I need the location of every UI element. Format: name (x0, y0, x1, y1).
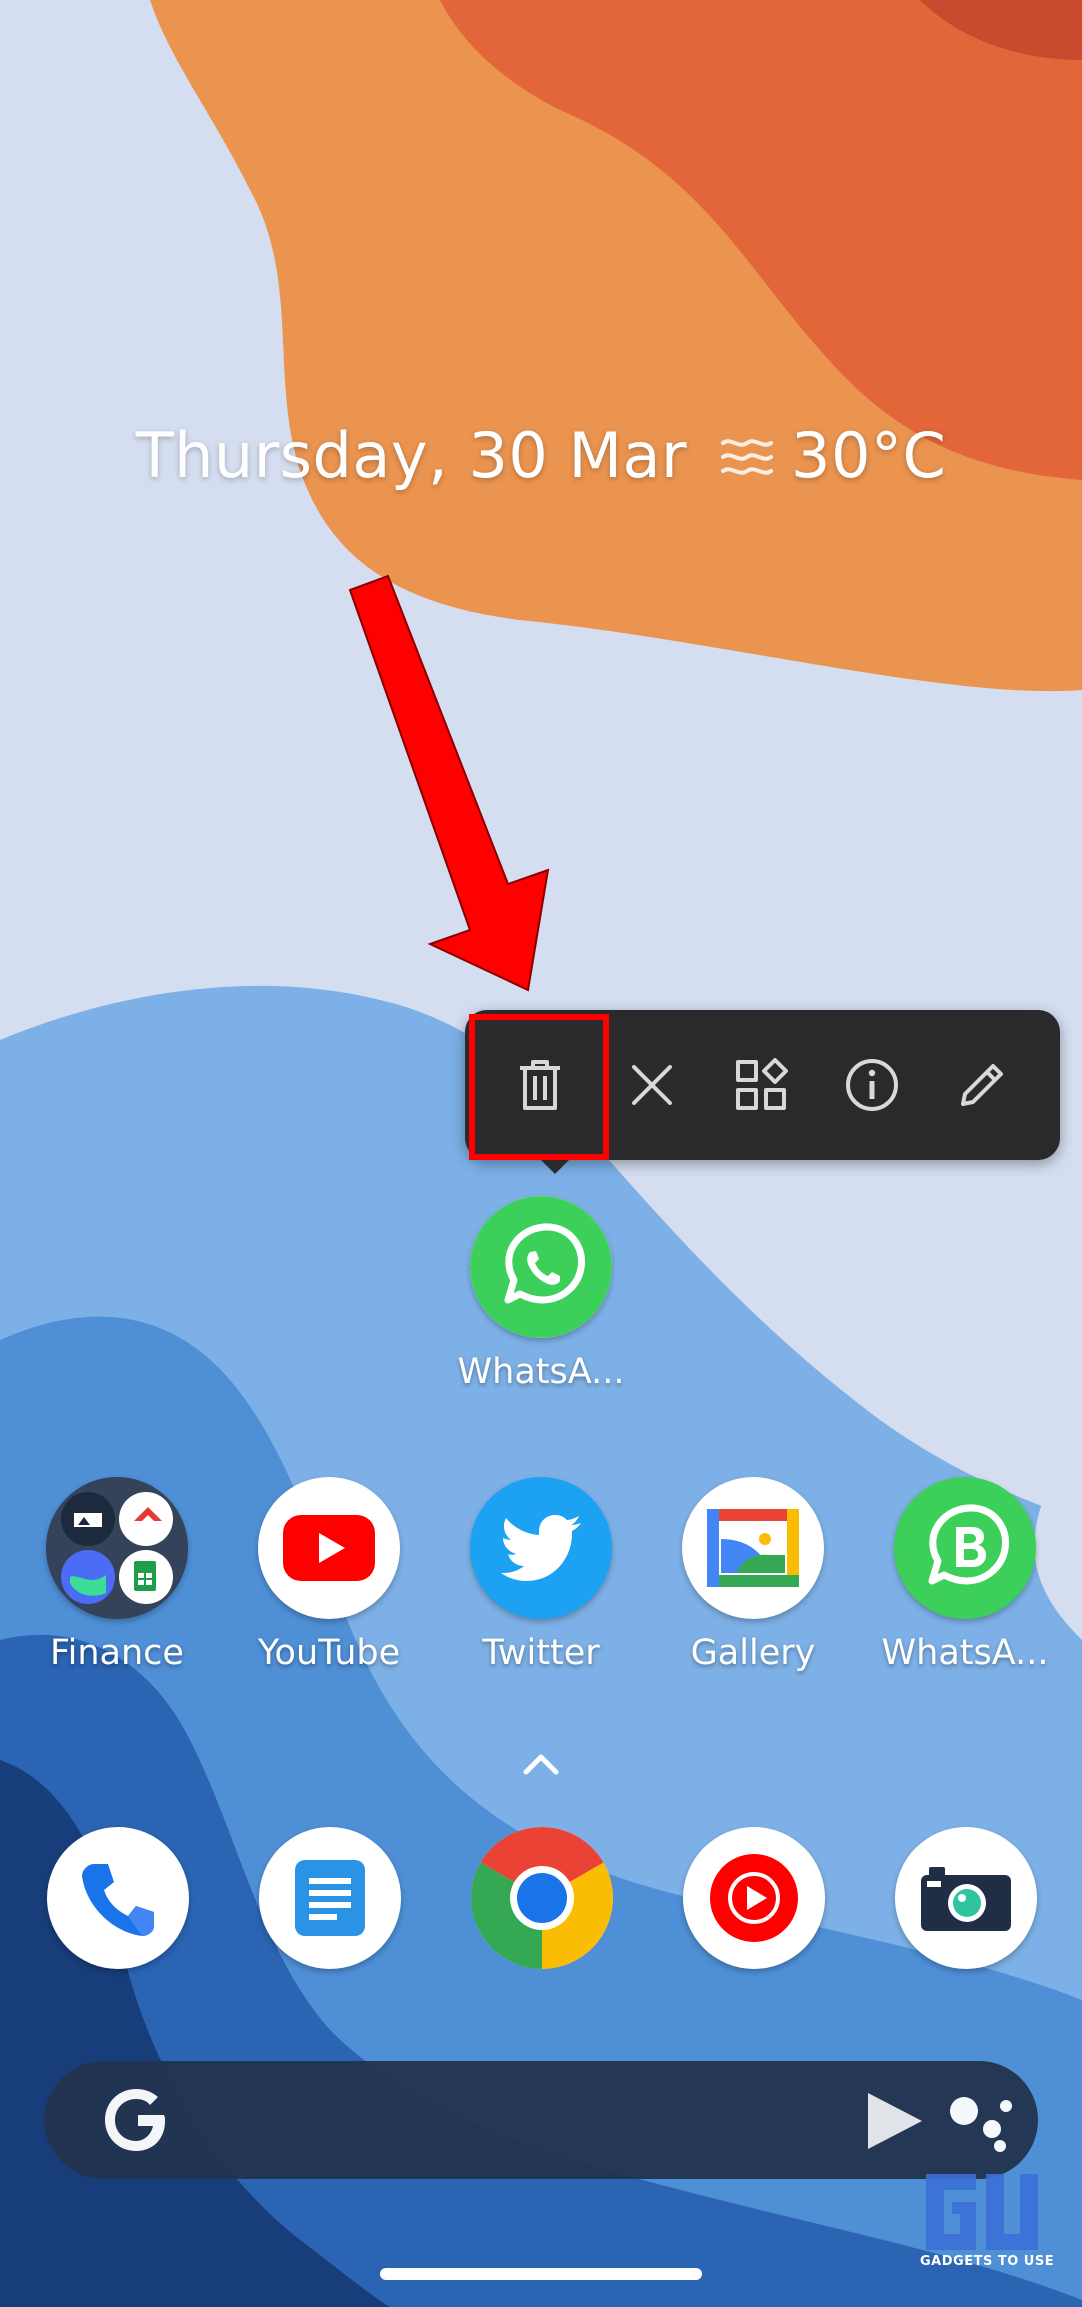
app-twitter[interactable]: Twitter (441, 1477, 641, 1673)
camera-icon (921, 1867, 1011, 1931)
chevron-up-icon[interactable] (520, 1748, 562, 1778)
app-finance-folder[interactable]: Finance (17, 1477, 217, 1673)
home-indicator[interactable] (380, 2268, 702, 2280)
at-a-glance[interactable]: Thursday, 30 Mar 30°C (0, 410, 1082, 500)
info-icon (846, 1059, 898, 1111)
haze-icon (717, 425, 777, 485)
app-whatsapp-business[interactable]: WhatsA... (865, 1477, 1065, 1673)
popup-pointer (541, 1160, 569, 1174)
remove-button[interactable] (597, 1010, 707, 1160)
dock-chrome[interactable] (471, 1827, 613, 1969)
widgets-button[interactable] (707, 1010, 817, 1160)
date-text[interactable]: Thursday, 30 Mar (136, 419, 687, 492)
folder-icon (46, 1477, 188, 1619)
app-info-button[interactable] (817, 1010, 927, 1160)
google-g-icon[interactable] (102, 2085, 172, 2155)
youtube-music-icon (710, 1854, 798, 1942)
widgets-icon (736, 1058, 788, 1110)
chrome-icon (471, 1827, 613, 1969)
app-label: Finance (50, 1633, 184, 1673)
play-icon[interactable] (862, 2089, 926, 2153)
twitter-icon (470, 1477, 612, 1619)
app-shortcut-popup (465, 1010, 1060, 1174)
highlight-box (469, 1014, 609, 1160)
dock-phone[interactable] (47, 1827, 189, 1969)
edit-button[interactable] (927, 1010, 1037, 1160)
close-icon (632, 1065, 672, 1105)
dock-camera[interactable] (895, 1827, 1037, 1969)
selected-app-whatsapp[interactable]: WhatsA... (441, 1196, 641, 1392)
assistant-icon[interactable] (944, 2089, 1014, 2153)
youtube-icon (258, 1477, 400, 1619)
whatsapp-business-icon (894, 1477, 1036, 1619)
app-label: Twitter (482, 1633, 600, 1673)
dock-docs[interactable] (259, 1827, 401, 1969)
docs-icon (295, 1860, 365, 1936)
whatsapp-icon (470, 1196, 612, 1338)
app-label: YouTube (257, 1633, 401, 1673)
app-label: WhatsA... (457, 1352, 625, 1392)
app-youtube[interactable]: YouTube (229, 1477, 429, 1673)
pencil-icon (961, 1064, 1003, 1106)
app-label: Gallery (690, 1633, 816, 1673)
phone-icon (82, 1864, 154, 1936)
gallery-icon (682, 1477, 824, 1619)
dock-youtube-music[interactable] (683, 1827, 825, 1969)
app-label: WhatsA... (881, 1633, 1049, 1673)
watermark-logo (926, 2174, 1038, 2250)
search-bar[interactable] (44, 2061, 1038, 2179)
app-gallery[interactable]: Gallery (653, 1477, 853, 1673)
temperature-text[interactable]: 30°C (791, 419, 946, 492)
watermark-text: GADGETS TO USE (920, 2254, 1055, 2269)
watermark: GADGETS TO USE (916, 2170, 1056, 2276)
